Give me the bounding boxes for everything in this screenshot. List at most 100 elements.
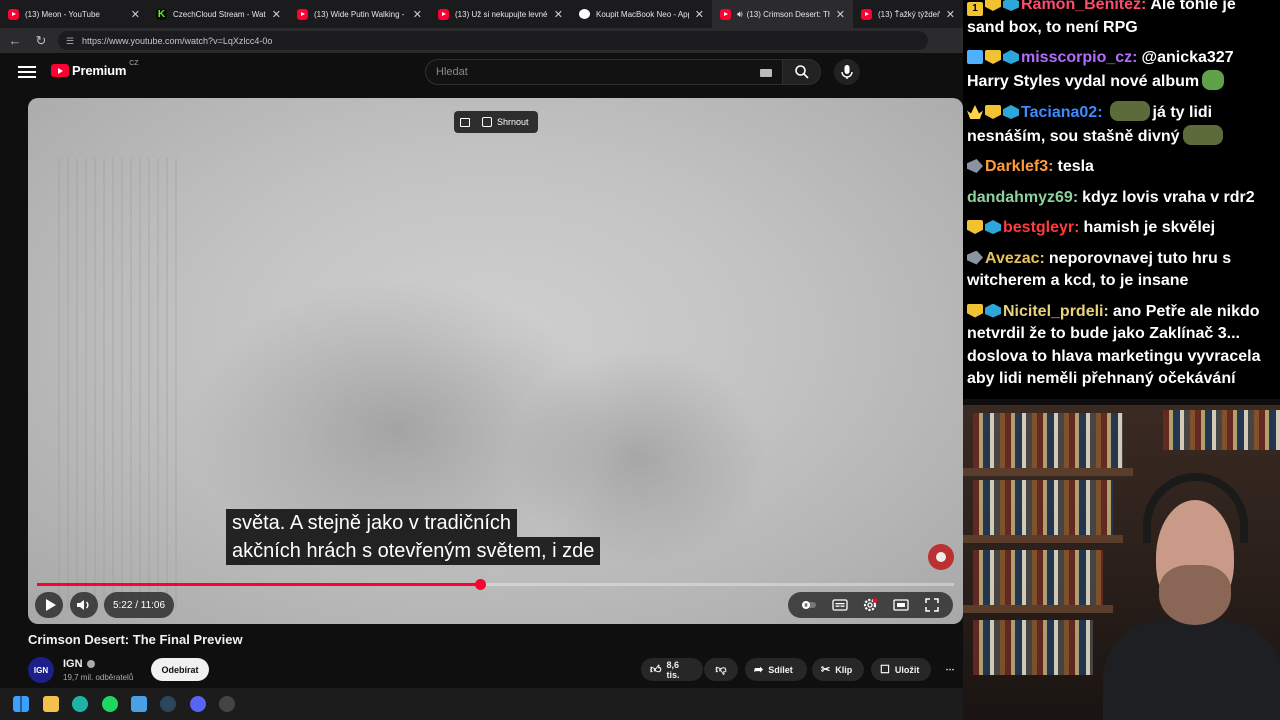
close-tab-icon[interactable]: ✕ <box>836 8 845 21</box>
miniplayer-button[interactable] <box>893 597 909 613</box>
menu-icon[interactable] <box>18 63 36 81</box>
sub-badge-icon[interactable] <box>985 0 1001 11</box>
chat-username[interactable]: dandahmyz69: <box>967 189 1078 206</box>
close-tab-icon[interactable]: ✕ <box>554 8 563 21</box>
emote-icon <box>1182 124 1223 145</box>
time-display: 5:22 / 11:06 <box>104 592 174 618</box>
discord-icon[interactable] <box>190 696 206 712</box>
youtube-header: Premium CZ Hledat <box>0 53 963 93</box>
close-tab-icon[interactable]: ✕ <box>272 8 281 21</box>
headphones-icon <box>1143 473 1248 543</box>
chat-username[interactable]: Taciana02: <box>1021 104 1103 121</box>
windows-start-icon[interactable] <box>13 696 29 712</box>
youtube-logo[interactable]: Premium CZ <box>51 60 139 78</box>
browser-tab[interactable]: (13) Wide Putin Walking - YouTu ✕ <box>289 0 430 28</box>
fullscreen-button[interactable] <box>924 597 940 613</box>
apple-icon <box>579 9 590 19</box>
vip-badge-icon[interactable] <box>1003 0 1019 11</box>
browser-tab[interactable]: Koupit MacBook Neo - Apple ✕ <box>571 0 712 28</box>
back-icon[interactable]: ← <box>4 30 26 52</box>
close-tab-icon[interactable]: ✕ <box>946 8 955 21</box>
progress-scrubber[interactable] <box>474 579 486 590</box>
video-player[interactable]: Shrnout světa. A stejně jako v tradičníc… <box>28 98 963 624</box>
reload-icon[interactable]: ↻ <box>30 30 52 52</box>
browser-tab[interactable]: 🔊︎ (13) Crimson Desert: The ✕ <box>712 0 853 28</box>
more-actions-button[interactable]: ⋯ <box>938 658 962 681</box>
autoplay-toggle[interactable] <box>801 597 817 613</box>
play-button[interactable] <box>35 592 63 618</box>
vip-badge-icon[interactable] <box>985 303 1001 318</box>
ctrl-badge-icon[interactable] <box>967 50 983 64</box>
notepad-icon[interactable] <box>131 696 147 712</box>
chat-username[interactable]: Avezac: <box>985 250 1045 267</box>
chat-username[interactable]: Ramon_Benitez: <box>1021 0 1146 13</box>
sub-badge-icon[interactable] <box>967 303 983 318</box>
tab-title: (13) Už si nekupujte levné We <box>455 9 548 19</box>
sub-badge-icon[interactable] <box>985 105 1001 119</box>
voice-search-button[interactable] <box>834 59 860 85</box>
channel-avatar[interactable]: IGN <box>28 657 54 683</box>
verified-icon <box>86 660 95 668</box>
stream-chat: 1 Ramon_Benitez: Ale tohle je sand box, to… <box>963 0 1280 399</box>
search-button[interactable] <box>783 59 821 85</box>
browser-tab[interactable]: (13) Meon - YouTube ✕ <box>0 0 148 28</box>
channel-watermark-icon[interactable] <box>928 544 954 570</box>
keyboard-icon[interactable] <box>760 69 772 77</box>
volume-icon <box>77 600 89 610</box>
browser-tab[interactable]: (13) Už si nekupujte levné We ✕ <box>430 0 571 28</box>
share-icon: ➦ <box>754 664 764 676</box>
player-right-controls <box>788 592 953 618</box>
settings-button[interactable] <box>862 597 878 613</box>
volume-button[interactable] <box>70 592 98 618</box>
file-explorer-icon[interactable] <box>43 696 59 712</box>
browser-tab[interactable]: (13) Ťažký týždeň: O koni ✕ <box>853 0 963 28</box>
more-icon: ⋯ <box>945 664 955 674</box>
time-text: 5:22 / 11:06 <box>112 599 166 611</box>
steam-icon[interactable] <box>160 696 176 712</box>
subscribe-button[interactable]: Odebírat <box>151 658 209 681</box>
save-button[interactable]: ☐ Uložit <box>871 658 931 681</box>
like-button[interactable]: 👍︎ 8,6 tis. <box>641 658 703 681</box>
tab-strip: (13) Meon - YouTube ✕ K CzechCloud Stream -… <box>0 0 963 28</box>
vip-badge-icon[interactable] <box>1003 105 1019 119</box>
close-tab-icon[interactable]: ✕ <box>413 8 422 21</box>
close-tab-icon[interactable]: ✕ <box>695 8 704 21</box>
bookshelf <box>973 620 1093 675</box>
video-frame-detail <box>58 158 178 608</box>
summarize-button[interactable]: Shrnout <box>454 111 538 133</box>
share-button[interactable]: ➦ Sdílet <box>745 658 807 681</box>
close-tab-icon[interactable]: ✕ <box>131 8 140 21</box>
app-icon[interactable] <box>219 696 235 712</box>
clip-button[interactable]: ✂ Klip <box>812 658 864 681</box>
gray-badge-icon[interactable] <box>967 250 983 265</box>
chat-username[interactable]: Darklef3: <box>985 158 1053 175</box>
mod-badge-icon[interactable] <box>967 105 983 119</box>
tab-title: CzechCloud Stream - Watch Liv <box>173 9 266 19</box>
speaker-icon[interactable]: 🔊︎ <box>737 9 743 20</box>
url-field[interactable]: ☰ https://www.youtube.com/watch?v=LqXzlc… <box>58 31 928 50</box>
search-input[interactable]: Hledat <box>425 59 783 85</box>
chat-message: bestgleyr: hamish je skvělej <box>967 217 1276 240</box>
channel-name[interactable]: IGN <box>63 658 95 670</box>
taskbar <box>0 688 963 720</box>
browser-tab[interactable]: K CzechCloud Stream - Watch Liv ✕ <box>148 0 289 28</box>
site-settings-icon[interactable]: ☰ <box>66 36 76 46</box>
avatar-text: IGN <box>33 665 49 675</box>
subtitles-button[interactable] <box>832 597 848 613</box>
emote-icon <box>1109 101 1150 121</box>
spotify-icon[interactable] <box>102 696 118 712</box>
one-badge-icon[interactable]: 1 <box>967 2 983 16</box>
vip-badge-icon[interactable] <box>1003 50 1019 64</box>
chat-username[interactable]: misscorpio_cz: <box>1021 49 1137 66</box>
sub-badge-icon[interactable] <box>985 50 1001 64</box>
chat-username[interactable]: Nicitel_prdeli: <box>1003 303 1109 320</box>
chat-username[interactable]: bestgleyr: <box>1003 219 1079 236</box>
summarize-icon <box>482 117 492 127</box>
vip-badge-icon[interactable] <box>985 220 1001 234</box>
edge-browser-icon[interactable] <box>72 696 88 712</box>
progress-bar[interactable] <box>37 579 954 590</box>
sub-badge-icon[interactable] <box>967 220 983 234</box>
gray-badge-icon[interactable] <box>967 159 983 173</box>
tab-title: (13) Ťažký týždeň: O koni <box>878 9 940 19</box>
dislike-button[interactable]: 👎︎ <box>704 658 738 681</box>
